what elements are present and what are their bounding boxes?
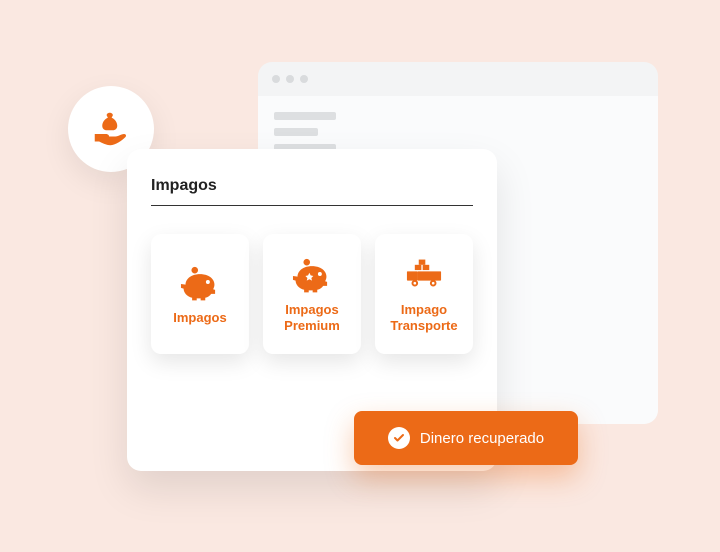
tile-label: Impago Transporte [383,302,465,333]
check-circle-icon [388,427,410,449]
card-title: Impagos [151,177,473,206]
tile-impagos[interactable]: Impagos [151,234,249,354]
placeholder-line [274,112,336,120]
tile-impago-transporte[interactable]: Impago Transporte [375,234,473,354]
window-dot-icon [286,75,294,83]
tile-impagos-premium[interactable]: Impagos Premium [263,234,361,354]
tile-label: Impagos Premium [271,302,353,333]
piggy-bank-icon [179,262,221,302]
piggy-bank-star-icon [291,254,333,294]
badge-label: Dinero recuperado [420,430,544,447]
placeholder-line [274,128,318,136]
tiles-row: Impagos Impagos Premium [151,234,473,354]
window-dot-icon [272,75,280,83]
window-titlebar [258,62,658,96]
truck-icon [403,254,445,294]
tile-label: Impagos [173,310,226,326]
window-dot-icon [300,75,308,83]
dinero-recuperado-badge[interactable]: Dinero recuperado [354,411,578,465]
